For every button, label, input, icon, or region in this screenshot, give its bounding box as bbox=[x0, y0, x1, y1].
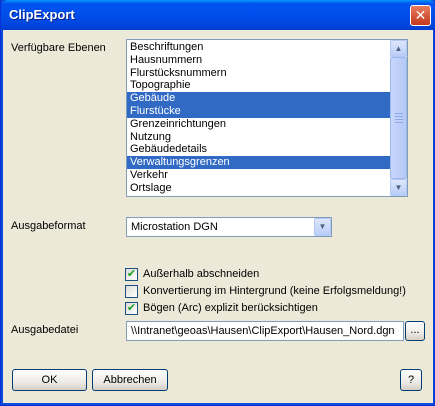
layers-listbox[interactable]: Beschriftungen Hausnummern Flurstücksnumme… bbox=[126, 39, 408, 197]
check-icon: ✔ bbox=[126, 268, 137, 280]
list-item[interactable]: Gebäude bbox=[127, 92, 391, 105]
arcs-checkbox[interactable]: ✔ bbox=[125, 302, 138, 315]
ok-button[interactable]: OK bbox=[12, 369, 87, 391]
check-icon: ✔ bbox=[126, 302, 137, 314]
list-item[interactable]: Ortslage bbox=[127, 182, 391, 195]
format-dropdown-button[interactable]: ▼ bbox=[314, 218, 331, 236]
list-item[interactable]: Hausnummern bbox=[127, 54, 391, 67]
list-item[interactable]: Flurstücksnummern bbox=[127, 67, 391, 80]
output-path-value: \\Intranet\geoas\Hausen\ClipExport\Hause… bbox=[131, 325, 395, 337]
chevron-down-icon: ▼ bbox=[318, 222, 327, 231]
close-button[interactable]: ✕ bbox=[410, 5, 431, 26]
clip-outside-label: Außerhalb abschneiden bbox=[143, 268, 260, 280]
output-label: Ausgabedatei bbox=[11, 324, 79, 336]
clip-outside-checkbox[interactable]: ✔ bbox=[125, 268, 138, 281]
help-button[interactable]: ? bbox=[400, 369, 422, 391]
window-title: ClipExport bbox=[9, 7, 75, 22]
background-conversion-checkbox[interactable] bbox=[125, 285, 138, 298]
format-select[interactable]: Microstation DGN ▼ bbox=[126, 217, 332, 237]
grip-line bbox=[395, 122, 403, 123]
background-conversion-label: Konvertierung im Hintergrund (keine Erfo… bbox=[143, 285, 406, 297]
layers-list: Beschriftungen Hausnummern Flurstücksnumme… bbox=[127, 41, 391, 195]
scroll-up-button[interactable]: ▲ bbox=[390, 40, 407, 57]
list-item[interactable]: Verkehr bbox=[127, 169, 391, 182]
list-item[interactable]: Beschriftungen bbox=[127, 41, 391, 54]
dialog-window: ClipExport ✕ Verfügbare Ebenen Beschrift… bbox=[0, 0, 435, 406]
output-path-input[interactable]: \\Intranet\geoas\Hausen\ClipExport\Hause… bbox=[126, 321, 404, 341]
format-value: Microstation DGN bbox=[131, 221, 218, 233]
cancel-button[interactable]: Abbrechen bbox=[92, 369, 168, 391]
list-item[interactable]: Gebäudedetails bbox=[127, 143, 391, 156]
scroll-down-button[interactable]: ▼ bbox=[390, 179, 407, 196]
title-bar[interactable]: ClipExport ✕ bbox=[1, 0, 435, 30]
close-icon: ✕ bbox=[414, 7, 427, 23]
scroll-thumb[interactable] bbox=[390, 57, 407, 179]
format-label: Ausgabeformat bbox=[11, 220, 86, 232]
layers-label: Verfügbare Ebenen bbox=[11, 42, 106, 54]
grip-line bbox=[395, 119, 403, 120]
chevron-down-icon: ▼ bbox=[394, 183, 403, 192]
chevron-up-icon: ▲ bbox=[394, 44, 403, 53]
list-item[interactable]: Grenzeinrichtungen bbox=[127, 118, 391, 131]
list-item[interactable]: Verwaltungsgrenzen bbox=[127, 156, 391, 169]
list-item[interactable]: Nutzung bbox=[127, 131, 391, 144]
list-item[interactable]: Flurstücke bbox=[127, 104, 391, 118]
list-item[interactable]: Topographie bbox=[127, 79, 391, 92]
grip-line bbox=[395, 116, 403, 117]
browse-button[interactable]: ... bbox=[405, 321, 425, 341]
arcs-label: Bögen (Arc) explizit berücksichtigen bbox=[143, 302, 318, 314]
layers-scrollbar[interactable]: ▲ ▼ bbox=[390, 40, 407, 196]
dialog-client-area: Verfügbare Ebenen Beschriftungen Hausnumm… bbox=[4, 30, 433, 403]
grip-line bbox=[395, 113, 403, 114]
